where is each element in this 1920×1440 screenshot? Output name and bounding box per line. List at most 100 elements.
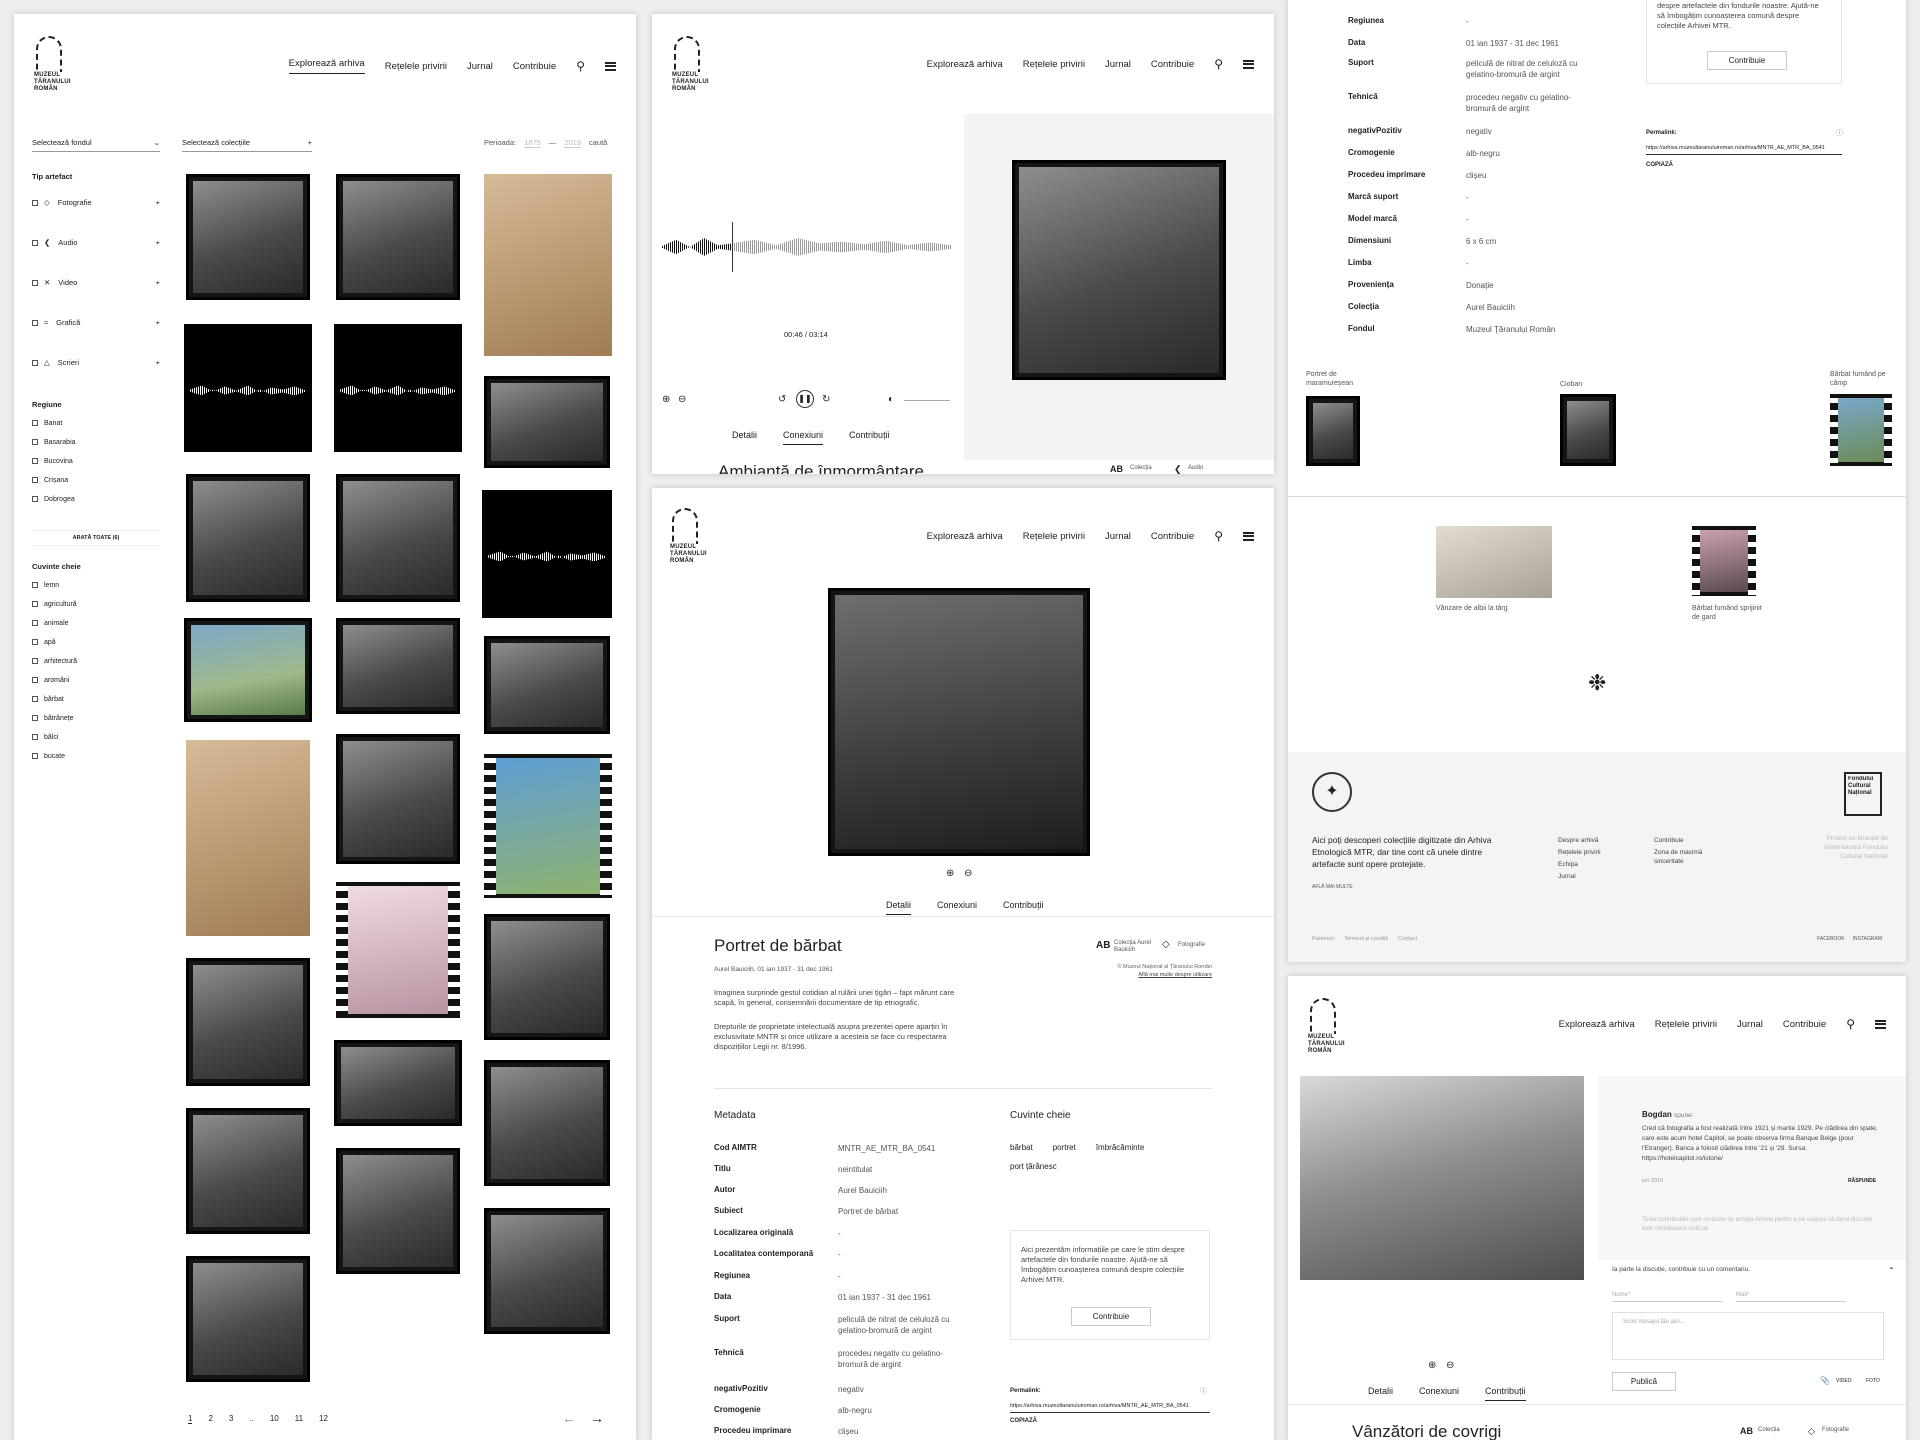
tab-contributions[interactable]: Contribuții (1485, 1386, 1526, 1401)
help-icon[interactable]: ⓘ (1836, 128, 1843, 138)
checkbox[interactable] (32, 359, 38, 366)
artifact-thumb[interactable] (336, 1148, 460, 1274)
zoom-in-icon[interactable]: ⊕ (662, 394, 670, 405)
checkbox[interactable] (32, 658, 38, 665)
keyword-item[interactable]: bărbat (32, 696, 64, 703)
checkbox[interactable] (32, 439, 38, 446)
footer-logo[interactable]: ✦ (1312, 772, 1352, 812)
keyword-tag[interactable]: bărbat (1010, 1143, 1033, 1152)
checkbox[interactable] (32, 279, 38, 286)
nav-journal[interactable]: Jurnal (1105, 59, 1131, 70)
zoom-in-icon[interactable]: ⊕ (946, 868, 954, 879)
artifact-audio-thumb[interactable] (334, 324, 462, 452)
copy-button[interactable]: COPIAZĂ (1646, 162, 1673, 168)
checkbox[interactable] (32, 677, 38, 684)
video-upload-button[interactable]: VIDEO (1836, 1378, 1852, 1384)
menu-icon[interactable] (1243, 59, 1254, 69)
foto-upload-button[interactable]: FOTO (1866, 1378, 1880, 1384)
nav-explore[interactable]: Explorează arhiva (1559, 1019, 1635, 1030)
chevron-up-icon[interactable]: ⌃ (1888, 1266, 1895, 1275)
checkbox[interactable] (32, 696, 38, 703)
rewind-icon[interactable]: ↺ (778, 394, 786, 405)
facebook-link[interactable]: FACEBOOK (1817, 936, 1845, 942)
related-film-thumb[interactable] (1830, 394, 1892, 466)
keyword-item[interactable]: agricultură (32, 601, 77, 608)
collection-label[interactable]: Colecția (1130, 465, 1152, 471)
message-field[interactable]: Scrie mesajul tău aici... (1612, 1312, 1884, 1360)
checkbox[interactable] (32, 239, 38, 246)
type-fotografie[interactable]: ◇ Fotografie + (32, 198, 160, 207)
zoom-in-icon[interactable]: ⊕ (1428, 1360, 1436, 1371)
artifact-image[interactable] (1012, 160, 1226, 380)
footer-link[interactable]: Echipa (1558, 860, 1578, 869)
artifact-thumb[interactable] (484, 376, 610, 468)
checkbox[interactable] (32, 420, 38, 427)
type-scrieri[interactable]: △ Scrieri + (32, 358, 160, 367)
museum-logo[interactable]: MUZEUL ȚĂRANULUI ROMÂN (32, 34, 71, 92)
artifact-thumb[interactable] (186, 1108, 310, 1234)
volume-slider[interactable] (904, 400, 950, 401)
attach-icon[interactable]: 📎 (1820, 1376, 1830, 1385)
expand-icon[interactable]: + (156, 238, 160, 247)
nav-contribute[interactable]: Contribuie (1151, 531, 1194, 542)
artifact-image[interactable] (1300, 1076, 1584, 1280)
nav-journal[interactable]: Jurnal (1105, 531, 1131, 542)
help-icon[interactable]: ⓘ (1200, 1386, 1207, 1396)
search-icon[interactable]: ⚲ (576, 60, 585, 72)
nav-explore[interactable]: Explorează arhiva (927, 59, 1003, 70)
keyword-item[interactable]: arhitectură (32, 658, 77, 665)
show-all-button[interactable]: ARATĂ TOATE (6) (32, 530, 160, 546)
expand-icon[interactable]: + (156, 358, 160, 367)
artifact-thumb[interactable] (186, 1256, 310, 1382)
checkbox[interactable] (32, 601, 38, 608)
region-item[interactable]: Basarabia (32, 439, 76, 446)
rights-link[interactable]: Află mai multe despre utilizare (1138, 972, 1212, 978)
checkbox[interactable] (32, 582, 38, 589)
artifact-thumb[interactable] (484, 1060, 610, 1186)
type-grafica[interactable]: ≈ Grafică + (32, 318, 160, 327)
nav-explore[interactable]: Explorează arhiva (927, 531, 1003, 542)
afcn-logo[interactable]: Fondului Cultural Național (1844, 772, 1882, 816)
artifact-thumb[interactable] (186, 740, 310, 936)
region-item[interactable]: Dobrogea (32, 496, 75, 503)
tab-details[interactable]: Detalii (732, 430, 757, 445)
audio-waveform[interactable] (662, 222, 952, 272)
page-link[interactable]: 10 (270, 1414, 279, 1424)
search-icon[interactable]: ⚲ (1846, 1018, 1855, 1030)
artifact-thumb[interactable] (186, 958, 310, 1086)
artifact-thumb[interactable] (334, 1040, 462, 1126)
footer-link[interactable]: Rețelele privirii (1558, 848, 1601, 857)
artifact-thumb[interactable] (186, 174, 310, 300)
pause-icon[interactable]: ❚❚ (796, 390, 814, 408)
region-item[interactable]: Crișana (32, 477, 68, 484)
nav-contribute[interactable]: Contribuie (1783, 1019, 1826, 1030)
zoom-out-icon[interactable]: ⊖ (1446, 1360, 1454, 1371)
artifact-image[interactable] (828, 588, 1090, 856)
nav-networks[interactable]: Rețelele privirii (1023, 59, 1085, 70)
checkbox[interactable] (32, 734, 38, 741)
tab-details[interactable]: Detalii (1368, 1386, 1393, 1401)
type-audio[interactable]: ❮ Audio + (32, 238, 160, 247)
artifact-thumb[interactable] (184, 618, 312, 722)
zoom-out-icon[interactable]: ⊖ (678, 394, 686, 405)
volume-icon[interactable]: ◐ (888, 394, 894, 405)
page-link[interactable]: 2 (208, 1414, 212, 1424)
artifact-thumb[interactable] (336, 474, 460, 602)
checkbox[interactable] (32, 199, 38, 206)
nav-journal[interactable]: Jurnal (467, 61, 493, 72)
footer-contact-link[interactable]: Contact (1398, 936, 1417, 942)
next-arrow-icon[interactable]: → (590, 1410, 604, 1426)
menu-icon[interactable] (605, 61, 616, 71)
artifact-thumb[interactable] (484, 914, 610, 1040)
join-discussion[interactable]: Ia parte la discuție, contribuie cu un c… (1612, 1266, 1750, 1273)
fond-select[interactable]: Selectează fondul ⌄ (32, 138, 160, 152)
collection-label[interactable]: Colecția (1758, 1427, 1780, 1433)
footer-link[interactable]: Contribuie (1654, 836, 1684, 845)
tab-connections[interactable]: Conexiuni (783, 430, 824, 445)
expand-icon[interactable]: + (156, 278, 160, 287)
copy-button[interactable]: COPIAZĂ (1010, 1418, 1037, 1424)
expand-icon[interactable]: + (156, 318, 160, 327)
page-link[interactable]: 1 (188, 1414, 193, 1424)
nav-networks[interactable]: Rețelele privirii (1023, 531, 1085, 542)
footer-partners-link[interactable]: Parteneri (1312, 936, 1334, 942)
